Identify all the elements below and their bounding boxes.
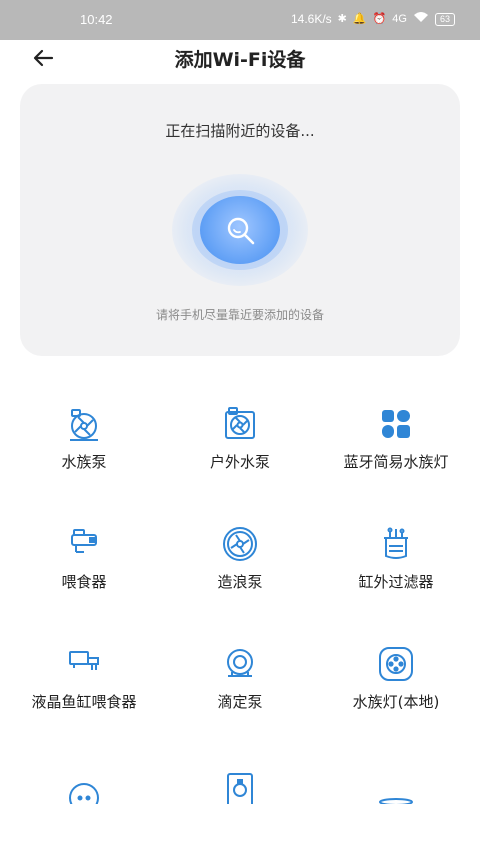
round-device-icon: [64, 764, 104, 813]
status-time: 10:42: [80, 12, 113, 27]
net-speed: 14.6K/s: [290, 12, 332, 26]
mute-bell-icon: 🔔: [352, 13, 367, 25]
device-label: 喂食器: [61, 573, 107, 591]
bluetooth-light-icon: [376, 404, 416, 444]
device-feeder[interactable]: 喂食器: [4, 510, 164, 620]
lamp-device-icon: [376, 764, 416, 806]
scan-hint: 请将手机尽量靠近要添加的设备: [155, 308, 324, 322]
aquarium-pump-icon: [64, 404, 104, 444]
header: 添加Wi-Fi设备: [0, 40, 480, 84]
device-label: 缸外过滤器: [358, 573, 434, 591]
device-partial-2[interactable]: [160, 750, 320, 860]
feeder-icon: [64, 524, 104, 564]
device-label: 蓝牙简易水族灯: [343, 453, 449, 471]
device-partial-1[interactable]: [4, 750, 164, 860]
device-external-filter[interactable]: 缸外过滤器: [316, 510, 476, 620]
device-outdoor-pump[interactable]: 户外水泵: [160, 390, 320, 500]
socket-device-icon: [220, 764, 260, 807]
device-partial-3[interactable]: [316, 750, 476, 860]
signal-label: 4G: [392, 13, 407, 25]
device-label: 滴定泵: [217, 693, 263, 711]
device-label: 水族灯(本地): [352, 693, 440, 711]
device-aquarium-light-local[interactable]: 水族灯(本地): [316, 630, 476, 740]
bluetooth-icon: ✱: [337, 13, 347, 25]
external-filter-icon: [376, 524, 416, 564]
device-label: 户外水泵: [209, 453, 270, 471]
device-bluetooth-light[interactable]: 蓝牙简易水族灯: [316, 390, 476, 500]
battery-indicator: 63: [434, 12, 455, 26]
alarm-icon: ⏰: [372, 13, 387, 25]
outdoor-pump-icon: [220, 404, 260, 444]
device-lcd-feeder[interactable]: 液晶鱼缸喂食器: [4, 630, 164, 740]
page-title: 添加Wi-Fi设备: [174, 49, 306, 71]
dosing-pump-icon: [220, 644, 260, 684]
lcd-feeder-icon: [64, 644, 104, 684]
device-wave-pump[interactable]: 造浪泵: [160, 510, 320, 620]
device-label: 液晶鱼缸喂食器: [31, 693, 137, 711]
device-label: 水族泵: [61, 453, 107, 471]
wifi-icon: [413, 11, 429, 27]
device-aquarium-pump[interactable]: 水族泵: [4, 390, 164, 500]
search-icon: [222, 212, 262, 252]
aquarium-light-local-icon: [376, 644, 416, 684]
device-label: 造浪泵: [217, 573, 263, 591]
signal-icon: 4G: [392, 12, 407, 26]
status-icons: 14.6K/s ✱ 🔔 ⏰ 4G 63: [291, 11, 455, 27]
status-bar: 10:42 14.6K/s ✱ 🔔 ⏰ 4G 63: [0, 0, 480, 40]
wave-pump-icon: [220, 524, 260, 564]
scan-card: 正在扫描附近的设备... 请将手机尽量靠近要添加的设备: [20, 84, 460, 356]
device-dosing-pump[interactable]: 滴定泵: [160, 630, 320, 740]
scan-radar: [170, 174, 310, 286]
scan-status-text: 正在扫描附近的设备...: [165, 122, 315, 140]
